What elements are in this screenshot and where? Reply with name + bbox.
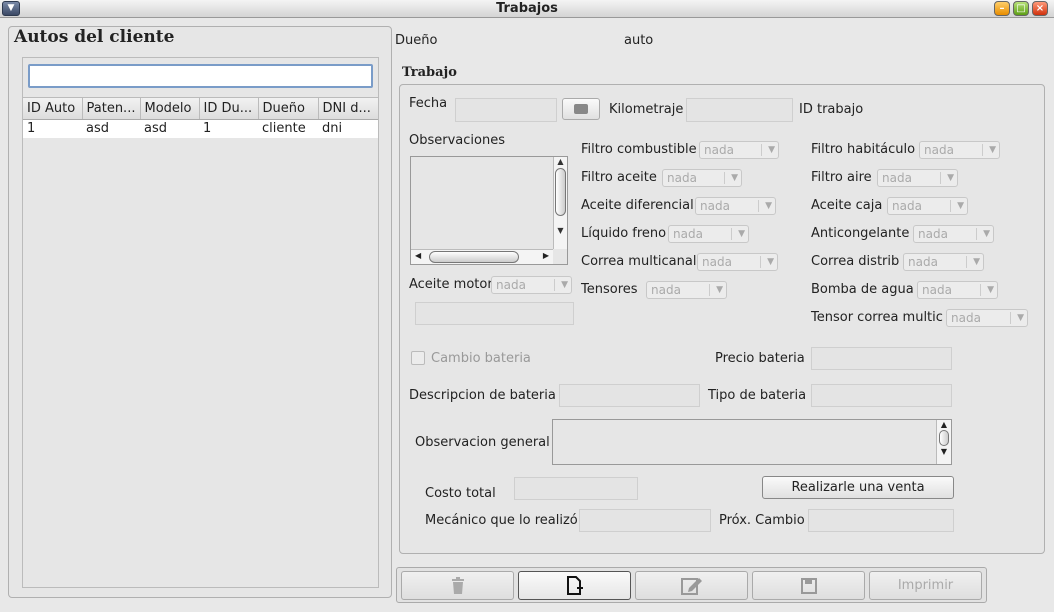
prox-cambio-label: Próx. Cambio [719, 513, 805, 528]
filtro-aceite-combo[interactable]: nada ▼ [662, 169, 742, 187]
trabajo-title: Trabajo [402, 65, 457, 80]
table-cell: asd [86, 121, 109, 137]
trash-icon [452, 577, 464, 594]
car-label: auto [624, 33, 654, 48]
edit-icon [681, 578, 702, 595]
precio-bateria-field[interactable] [811, 347, 952, 370]
table-cell: cliente [262, 121, 306, 137]
column-header-patente[interactable]: Paten... [82, 98, 141, 120]
tensores-combo[interactable]: nada ▼ [646, 281, 727, 299]
aceite-caja-label: Aceite caja [811, 198, 883, 213]
correa-distrib-label: Correa distrib [811, 254, 900, 269]
aceite-motor-label: Aceite motor [409, 277, 493, 292]
filtro-combustible-combo[interactable]: nada ▼ [699, 141, 779, 159]
column-header-modelo[interactable]: Modelo [140, 98, 200, 120]
new-button[interactable] [518, 571, 631, 600]
table-cell: asd [144, 121, 167, 137]
observaciones-vscrollbar[interactable]: ▲ ▼ [553, 157, 567, 249]
observacion-general-textarea[interactable] [552, 419, 952, 465]
owner-label: Dueño [395, 33, 438, 48]
window-title: Trabajos [496, 1, 558, 16]
bomba-de-agua-label: Bomba de agua [811, 282, 914, 297]
filtro-aceite-label: Filtro aceite [581, 170, 657, 185]
filtro-habitaculo-label: Filtro habitáculo [811, 142, 916, 157]
prox-cambio-field[interactable] [808, 509, 954, 532]
autos-table: ID Auto Paten... Modelo ID Du... Dueño D… [23, 97, 378, 587]
kilometraje-label: Kilometraje [609, 102, 684, 117]
close-icon[interactable]: × [1032, 1, 1048, 16]
cambio-bateria-checkbox[interactable] [411, 351, 425, 365]
window-titlebar: Trabajos [0, 0, 1054, 18]
table-cell: 1 [203, 121, 212, 137]
liquido-freno-combo[interactable]: nada ▼ [668, 225, 749, 243]
tipo-bateria-label: Tipo de bateria [708, 388, 807, 403]
mecanico-field[interactable] [579, 509, 711, 532]
precio-bateria-label: Precio bateria [715, 351, 805, 366]
tensores-label: Tensores [581, 282, 638, 297]
id-trabajo-label: ID trabajo [799, 102, 864, 117]
table-cell: 1 [27, 121, 36, 137]
tipo-bateria-field[interactable] [811, 384, 952, 407]
column-header-id-auto[interactable]: ID Auto [23, 98, 83, 120]
tensor-correa-multic-combo[interactable]: nada ▼ [946, 309, 1028, 327]
correa-distrib-combo[interactable]: nada ▼ [903, 253, 984, 271]
liquido-freno-label: Líquido freno [581, 226, 667, 241]
floppy-icon [801, 578, 817, 594]
aceite-motor-field[interactable] [415, 302, 574, 325]
observacion-general-scrollbar[interactable]: ▲ ▼ [936, 420, 951, 464]
observaciones-hscrollbar[interactable]: ◀ ▶ [411, 249, 553, 264]
aceite-diferencial-label: Aceite diferencial [581, 198, 694, 213]
fecha-label: Fecha [409, 96, 448, 111]
aceite-caja-combo[interactable]: nada ▼ [887, 197, 968, 215]
anticongelante-combo[interactable]: nada ▼ [913, 225, 994, 243]
minimize-icon[interactable]: – [994, 1, 1010, 16]
filtro-habitaculo-combo[interactable]: nada ▼ [919, 141, 1000, 159]
autos-title: Autos del cliente [14, 27, 175, 47]
observaciones-label: Observaciones [409, 133, 505, 148]
aceite-diferencial-combo[interactable]: nada ▼ [695, 197, 776, 215]
column-header-dueno[interactable]: Dueño [258, 98, 319, 120]
delete-button[interactable] [401, 571, 514, 600]
fecha-field[interactable] [455, 98, 557, 122]
mecanico-label: Mecánico que lo realizó [425, 513, 578, 528]
window-menu-icon[interactable]: ▼ [2, 1, 20, 16]
new-document-icon [567, 576, 583, 595]
cambio-bateria-label: Cambio bateria [431, 351, 531, 366]
kilometraje-field[interactable] [686, 98, 793, 122]
costo-total-label: Costo total [425, 486, 496, 501]
descripcion-bateria-label: Descripcion de bateria [409, 388, 556, 403]
tensor-correa-multic-label: Tensor correa multic [811, 310, 943, 325]
anticongelante-label: Anticongelante [811, 226, 910, 241]
aceite-motor-combo[interactable]: nada ▼ [491, 276, 572, 294]
edit-button[interactable] [635, 571, 748, 600]
costo-total-field[interactable] [514, 477, 638, 500]
correa-multicanal-label: Correa multicanal [581, 254, 697, 269]
correa-multicanal-combo[interactable]: nada ▼ [697, 253, 778, 271]
realizar-venta-button[interactable]: Realizarle una venta [762, 476, 954, 499]
filtro-combustible-label: Filtro combustible [581, 142, 697, 157]
column-header-id-dueno[interactable]: ID Du... [199, 98, 259, 120]
table-row[interactable]: 1 asd asd 1 cliente dni [23, 119, 378, 138]
observacion-general-label: Observacion general [415, 435, 550, 450]
filtro-aire-combo[interactable]: nada ▼ [877, 169, 958, 187]
calendar-button[interactable] [562, 98, 600, 120]
search-input[interactable] [28, 64, 373, 88]
save-button[interactable] [752, 571, 865, 600]
table-cell: dni [322, 121, 343, 137]
filtro-aire-label: Filtro aire [811, 170, 872, 185]
bomba-de-agua-combo[interactable]: nada ▼ [917, 281, 998, 299]
descripcion-bateria-field[interactable] [559, 384, 700, 407]
column-header-dni[interactable]: DNI d... [318, 98, 378, 120]
calendar-icon [574, 104, 588, 114]
maximize-icon[interactable]: □ [1013, 1, 1029, 16]
imprimir-button[interactable]: Imprimir [869, 571, 982, 600]
